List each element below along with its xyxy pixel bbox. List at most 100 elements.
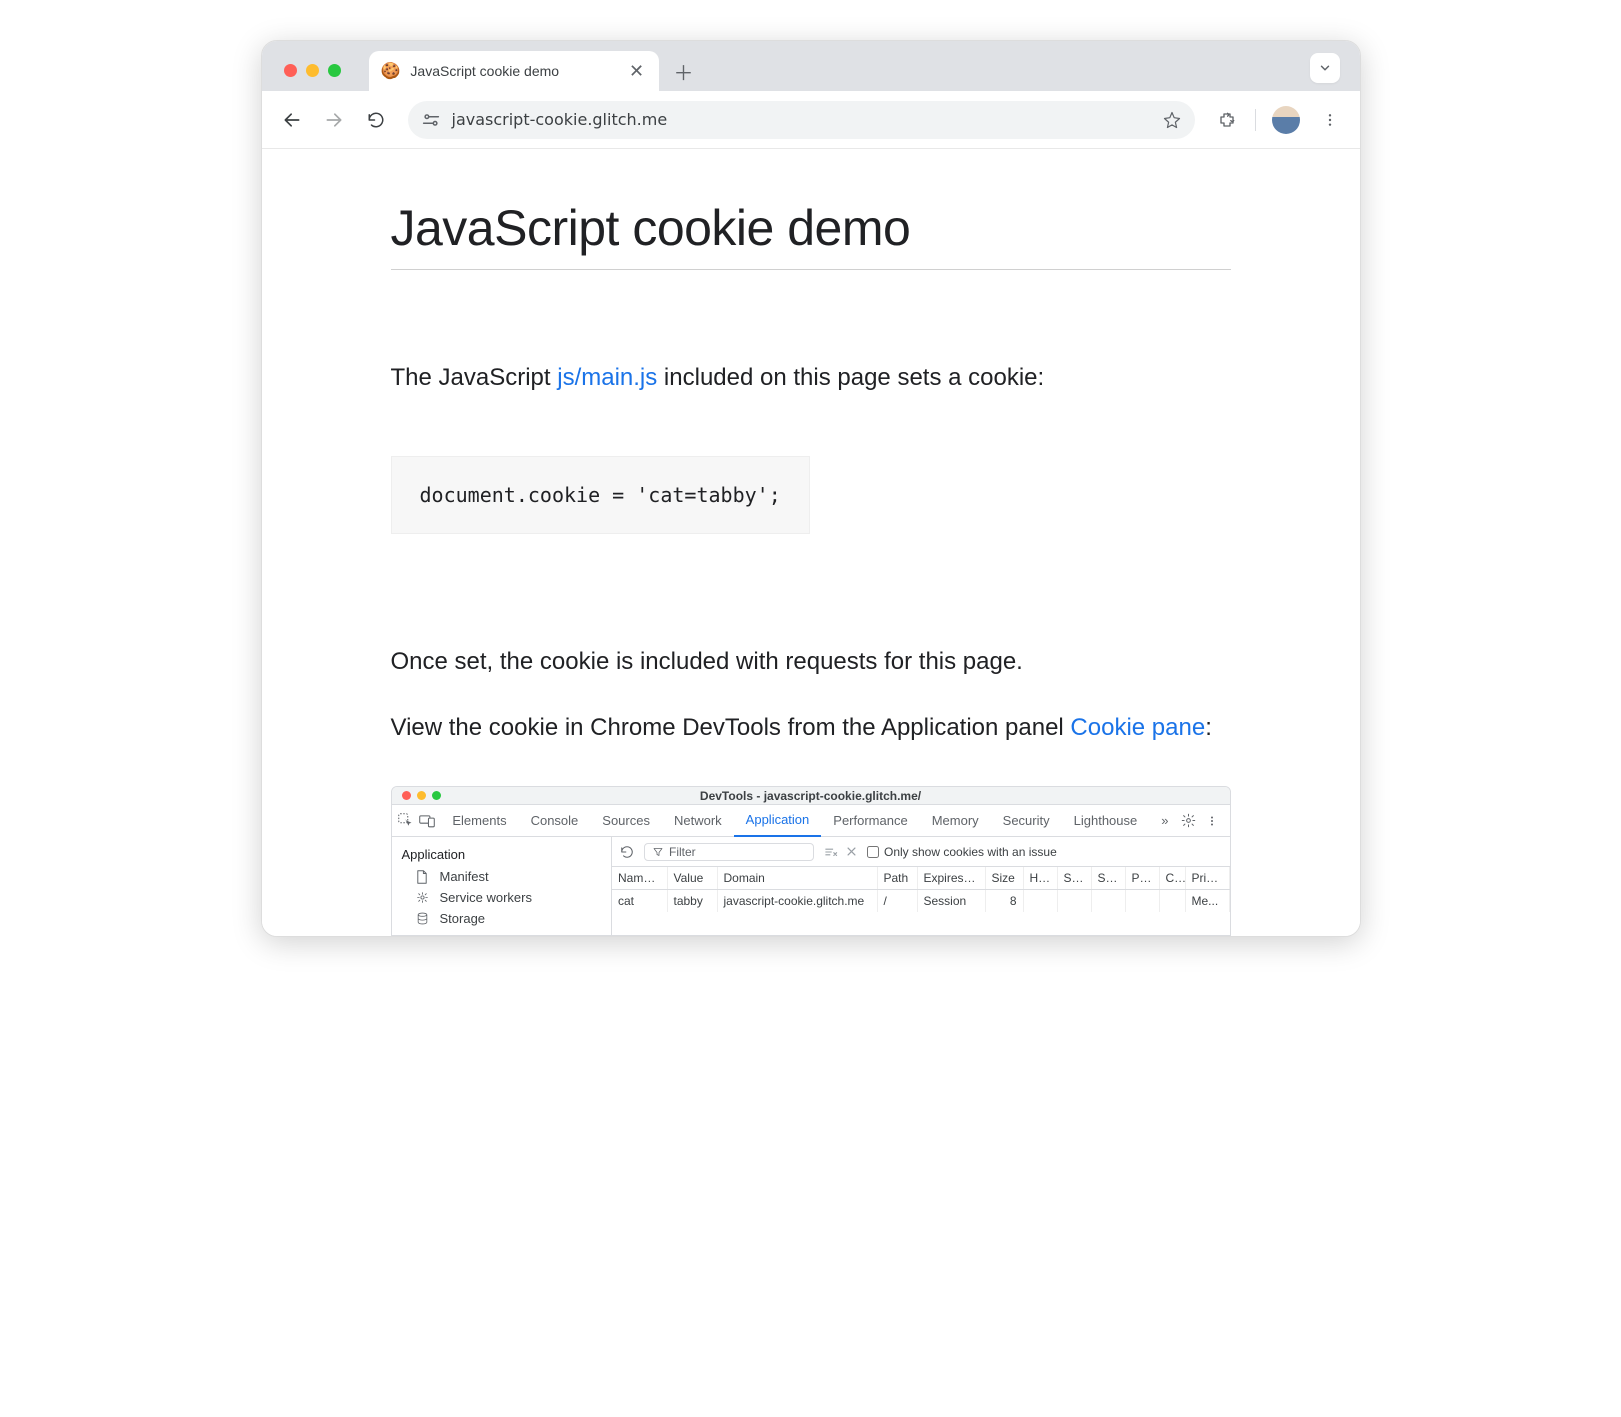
devices-icon <box>419 814 435 828</box>
kebab-icon <box>1322 112 1338 128</box>
cell-value: tabby <box>667 890 717 913</box>
code-block: document.cookie = 'cat=tabby'; <box>391 456 810 534</box>
sidebar-label: Service workers <box>440 890 532 905</box>
bookmark-button[interactable] <box>1163 111 1181 129</box>
intro-paragraph: The JavaScript js/main.js included on th… <box>391 360 1231 396</box>
kebab-icon <box>1206 814 1218 828</box>
only-issues-input[interactable] <box>867 846 879 858</box>
url-text: javascript-cookie.glitch.me <box>452 110 1151 129</box>
cell-c <box>1159 890 1185 913</box>
col-c[interactable]: C.. <box>1159 867 1185 890</box>
intro-text-prefix: The JavaScript <box>391 364 558 391</box>
devtools-settings-button[interactable] <box>1181 813 1196 828</box>
devtools-main: Filter <box>612 837 1230 935</box>
sidebar-item-storage[interactable]: Storage <box>392 908 612 929</box>
close-window-button[interactable] <box>284 64 297 77</box>
col-partition[interactable]: Pa... <box>1125 867 1159 890</box>
close-tab-button[interactable]: ✕ <box>627 61 647 82</box>
col-expires[interactable]: Expires /... <box>917 867 985 890</box>
reload-button[interactable] <box>358 102 394 138</box>
filter-input[interactable]: Filter <box>644 843 814 861</box>
puzzle-icon <box>1218 111 1236 129</box>
tab-sources[interactable]: Sources <box>590 805 662 837</box>
devtools-menu-button[interactable] <box>1206 814 1218 828</box>
tab-overflow-button[interactable] <box>1310 53 1340 83</box>
para3-suffix: : <box>1205 714 1212 741</box>
funnel-icon <box>653 847 663 857</box>
para3-prefix: View the cookie in Chrome DevTools from … <box>391 714 1071 741</box>
cell-path: / <box>877 890 917 913</box>
cookie-pane-link[interactable]: Cookie pane <box>1070 714 1205 741</box>
tab-memory[interactable]: Memory <box>920 805 991 837</box>
browser-tab[interactable]: 🍪 JavaScript cookie demo ✕ <box>369 51 659 91</box>
tab-elements[interactable]: Elements <box>440 805 518 837</box>
only-issues-checkbox[interactable]: Only show cookies with an issue <box>867 845 1057 859</box>
tab-application[interactable]: Application <box>734 805 822 837</box>
col-samesite[interactable]: Sa... <box>1091 867 1125 890</box>
table-row[interactable]: cat tabby javascript-cookie.glitch.me / … <box>612 890 1229 913</box>
intro-text-suffix: included on this page sets a cookie: <box>657 364 1044 391</box>
tab-performance[interactable]: Performance <box>821 805 919 837</box>
window-controls <box>274 64 351 91</box>
devtools-body: Application Manifest Service workers <box>392 837 1230 935</box>
filter-placeholder: Filter <box>669 845 696 859</box>
profile-avatar[interactable] <box>1272 106 1300 134</box>
cookies-table: Name▲ Value Domain Path Expires /... Siz… <box>612 867 1230 912</box>
cookies-toolbar: Filter <box>612 837 1230 867</box>
chevron-down-icon <box>1318 61 1332 75</box>
gear-icon <box>1181 813 1196 828</box>
col-httponly[interactable]: Ht... <box>1023 867 1057 890</box>
tab-title: JavaScript cookie demo <box>410 63 616 79</box>
device-toolbar-button[interactable] <box>419 814 440 828</box>
inspect-element-button[interactable] <box>398 813 419 828</box>
delete-button[interactable] <box>846 846 857 858</box>
refresh-cookies-button[interactable] <box>620 845 634 859</box>
cell-size: 8 <box>985 890 1023 913</box>
page-heading: JavaScript cookie demo <box>391 199 1231 270</box>
sidebar-item-manifest[interactable]: Manifest <box>392 866 612 887</box>
devtools-panel: DevTools - javascript-cookie.glitch.me/ <box>391 786 1231 936</box>
browser-toolbar: javascript-cookie.glitch.me <box>262 91 1360 149</box>
database-icon <box>416 912 432 925</box>
arrow-right-icon <box>324 110 344 130</box>
col-secure[interactable]: Se... <box>1057 867 1091 890</box>
tab-lighthouse[interactable]: Lighthouse <box>1062 805 1150 837</box>
devtools-tabs: Elements Console Sources Network Applica… <box>392 805 1230 837</box>
tab-overflow-button[interactable]: » <box>1149 805 1180 837</box>
col-value[interactable]: Value <box>667 867 717 890</box>
col-priority[interactable]: Prio... <box>1185 867 1229 890</box>
main-js-link[interactable]: js/main.js <box>557 364 657 391</box>
col-domain[interactable]: Domain <box>717 867 877 890</box>
sidebar-item-service-workers[interactable]: Service workers <box>392 887 612 908</box>
site-settings-icon[interactable] <box>422 112 440 128</box>
maximize-window-button[interactable] <box>328 64 341 77</box>
back-button[interactable] <box>274 102 310 138</box>
clear-filter-button[interactable] <box>824 846 838 858</box>
col-path[interactable]: Path <box>877 867 917 890</box>
new-tab-button[interactable]: ＋ <box>669 56 699 86</box>
only-issues-label: Only show cookies with an issue <box>884 845 1057 859</box>
tab-security[interactable]: Security <box>991 805 1062 837</box>
address-bar[interactable]: javascript-cookie.glitch.me <box>408 101 1195 139</box>
tab-network[interactable]: Network <box>662 805 734 837</box>
cell-samesite <box>1091 890 1125 913</box>
reload-icon <box>367 111 385 129</box>
col-name[interactable]: Name▲ <box>612 867 667 890</box>
menu-button[interactable] <box>1312 102 1348 138</box>
sidebar-label: Manifest <box>440 869 489 884</box>
forward-button[interactable] <box>316 102 352 138</box>
tab-console[interactable]: Console <box>519 805 591 837</box>
favicon-icon: 🍪 <box>381 61 401 81</box>
cell-domain: javascript-cookie.glitch.me <box>717 890 877 913</box>
para-once-set: Once set, the cookie is included with re… <box>391 644 1231 680</box>
extensions-button[interactable] <box>1209 102 1245 138</box>
browser-tabbar: 🍪 JavaScript cookie demo ✕ ＋ <box>262 41 1360 91</box>
cell-expires: Session <box>917 890 985 913</box>
arrow-left-icon <box>282 110 302 130</box>
sidebar-heading-application: Application <box>392 843 612 866</box>
browser-window: 🍪 JavaScript cookie demo ✕ ＋ <box>261 40 1361 937</box>
gear-icon <box>416 891 432 904</box>
cell-priority: Me... <box>1185 890 1229 913</box>
minimize-window-button[interactable] <box>306 64 319 77</box>
col-size[interactable]: Size <box>985 867 1023 890</box>
